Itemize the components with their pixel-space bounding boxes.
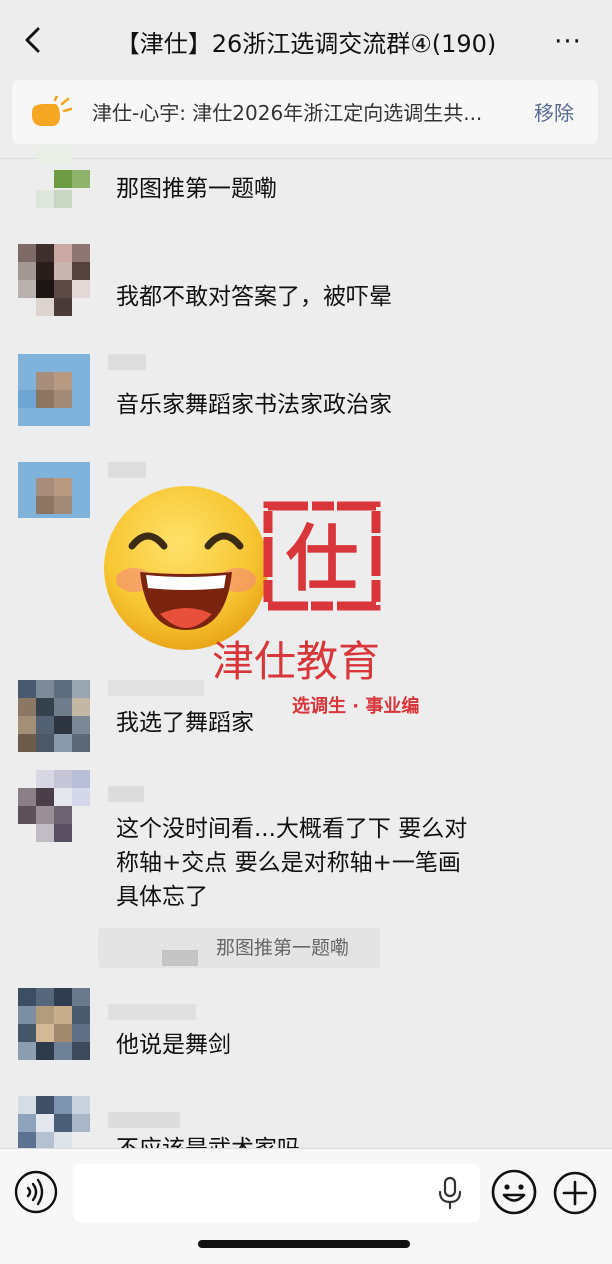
message-input[interactable]	[74, 1164, 480, 1222]
svg-text:仕: 仕	[286, 516, 358, 601]
watermark-stamp: 仕	[263, 501, 381, 611]
smiley-icon[interactable]	[490, 1168, 538, 1216]
message-text: 他说是舞剑	[116, 1032, 231, 1058]
ellipsis-icon[interactable]: ···	[548, 28, 588, 56]
avatar[interactable]	[18, 988, 90, 1060]
watermark-subtext: 选调生 · 事业编	[292, 696, 420, 717]
message-text: 我都不敢对答案了，被吓晕	[116, 284, 392, 310]
sender-name	[108, 354, 146, 370]
plus-icon[interactable]	[552, 1170, 598, 1216]
message-text: 音乐家舞蹈家书法家政治家	[116, 392, 392, 418]
message-text: 具体忘了	[116, 884, 208, 910]
quoted-sender	[162, 950, 198, 966]
avatar[interactable]	[18, 680, 90, 752]
divider	[0, 158, 612, 159]
mic-icon[interactable]	[436, 1176, 464, 1210]
message-text: 这个没时间看...大概看了下 要么对	[116, 816, 468, 842]
avatar[interactable]	[18, 244, 90, 316]
megaphone-icon	[32, 96, 72, 126]
sender-name	[108, 1112, 180, 1128]
grinning-emoji-sticker[interactable]	[98, 480, 274, 656]
avatar[interactable]	[18, 146, 90, 210]
voice-icon[interactable]	[14, 1170, 58, 1214]
quoted-reply-text: 那图推第一题嘞	[216, 937, 350, 959]
message-text: 那图推第一题嘞	[116, 176, 277, 202]
chat-title: 【津仕】26浙江选调交流群④(190)	[115, 30, 497, 58]
avatar[interactable]	[18, 354, 90, 426]
sender-name	[108, 462, 146, 478]
watermark-text: 津仕教育	[212, 637, 381, 686]
sender-name	[108, 680, 204, 696]
sender-name	[108, 786, 144, 802]
avatar[interactable]	[18, 770, 90, 842]
avatar[interactable]	[18, 462, 90, 518]
message-text: 称轴+交点 要么是对称轴+一笔画	[116, 850, 461, 876]
message-text: 我选了舞蹈家	[116, 710, 254, 736]
home-indicator	[198, 1240, 410, 1248]
pinned-message-text: 津仕-心宇: 津仕2026年浙江定向选调生共...	[92, 101, 483, 125]
sender-name	[108, 1004, 196, 1020]
remove-button[interactable]: 移除	[526, 96, 582, 130]
